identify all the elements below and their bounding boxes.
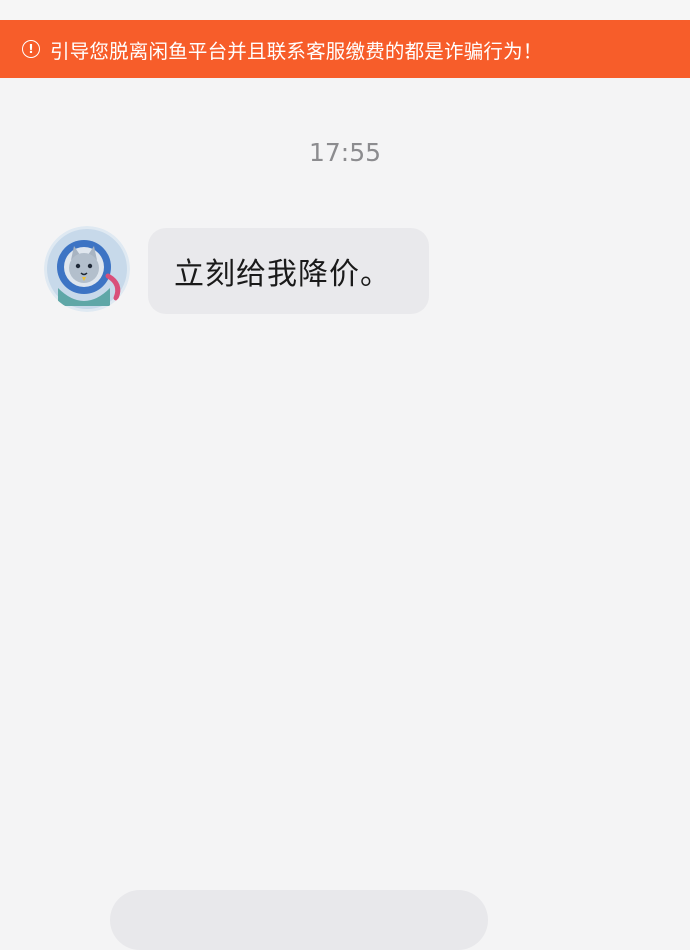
bottom-action-pill[interactable]	[110, 890, 488, 950]
message-timestamp: 17:55	[308, 138, 382, 167]
message-bubble[interactable]: 立刻给我降价。	[148, 228, 429, 314]
warning-text: 引导您脱离闲鱼平台并且联系客服缴费的都是诈骗行为！	[50, 39, 543, 63]
incoming-message: 立刻给我降价。	[44, 226, 429, 314]
fraud-warning-banner: ! 引导您脱离闲鱼平台并且联系客服缴费的都是诈骗行为！	[0, 20, 690, 78]
alert-circle-icon: !	[22, 40, 40, 58]
status-bar-area	[0, 0, 690, 20]
cat-astronaut-avatar-icon	[44, 226, 130, 312]
message-text: 立刻给我降价。	[174, 257, 391, 292]
sender-avatar[interactable]	[44, 226, 130, 312]
